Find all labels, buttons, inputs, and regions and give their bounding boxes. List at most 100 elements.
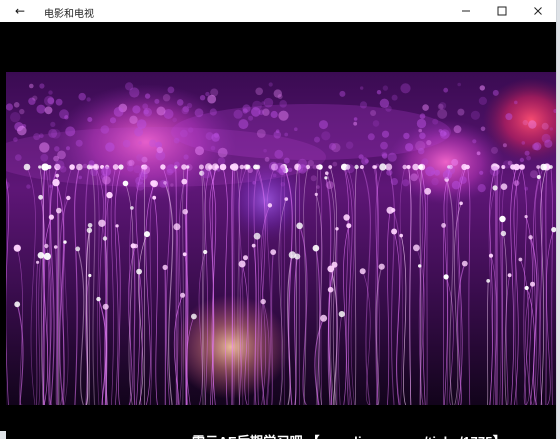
bokeh-particle	[238, 119, 249, 130]
bokeh-particle	[402, 179, 410, 187]
bokeh-particle	[210, 145, 216, 151]
bokeh-particle	[310, 175, 317, 182]
bokeh-particle	[127, 165, 134, 172]
bokeh-particle	[48, 128, 58, 138]
light-particle	[136, 268, 143, 275]
light-particle	[66, 195, 71, 201]
bokeh-particle	[476, 151, 481, 156]
light-particle	[500, 230, 507, 237]
light-particle	[441, 223, 446, 228]
bokeh-particle	[381, 153, 388, 159]
bokeh-particle	[185, 164, 193, 171]
bokeh-particle	[122, 139, 131, 148]
bokeh-particle	[199, 95, 206, 101]
bokeh-particle	[19, 108, 25, 115]
light-particle	[549, 165, 553, 169]
bokeh-particle	[312, 164, 318, 170]
close-button[interactable]	[520, 0, 556, 22]
light-particle	[354, 164, 359, 170]
bokeh-particle	[252, 181, 256, 185]
back-button[interactable]: ←	[10, 3, 30, 19]
bokeh-particle	[216, 167, 221, 172]
light-particle	[180, 292, 186, 298]
light-particle	[424, 187, 432, 195]
bokeh-particle	[353, 117, 358, 121]
light-particle	[379, 163, 387, 171]
bokeh-particle	[65, 126, 76, 137]
bokeh-particle	[526, 155, 531, 161]
bokeh-particle	[86, 97, 91, 102]
light-particle	[488, 253, 494, 258]
light-particle	[284, 197, 289, 201]
bokeh-particle	[13, 137, 18, 142]
minimize-button[interactable]	[448, 0, 484, 22]
light-particle	[130, 243, 136, 249]
bokeh-particle	[280, 182, 286, 187]
video-frame[interactable]	[6, 72, 556, 405]
bokeh-particle	[78, 92, 86, 101]
light-particle	[43, 252, 52, 260]
bokeh-particle	[138, 141, 142, 145]
bokeh-particle	[419, 113, 426, 119]
bokeh-particle	[270, 110, 278, 119]
bokeh-particle	[437, 108, 448, 119]
bokeh-particle	[248, 115, 254, 121]
close-icon	[534, 7, 542, 15]
bokeh-particle	[422, 104, 429, 111]
bokeh-particle	[278, 110, 289, 121]
bokeh-particle	[263, 97, 274, 108]
light-particle	[260, 298, 266, 305]
light-particle	[37, 252, 45, 259]
light-particle	[343, 214, 350, 221]
bokeh-particle	[100, 173, 107, 180]
video-player[interactable]: 雪云AE后期学习吧 【www.linecg.com/tieba/1775】	[6, 22, 556, 439]
bokeh-particle	[188, 127, 194, 133]
light-particle	[418, 264, 422, 268]
bokeh-particle	[149, 139, 157, 147]
bokeh-particle	[480, 126, 486, 132]
bokeh-particle	[370, 110, 377, 116]
light-particle	[144, 231, 150, 238]
light-particle	[198, 164, 204, 170]
light-particle	[14, 301, 21, 308]
light-particle	[38, 165, 42, 169]
bokeh-particle	[125, 82, 134, 91]
light-particle	[44, 243, 49, 249]
bokeh-particle	[211, 133, 220, 142]
bokeh-particle	[181, 106, 189, 115]
light-particle	[524, 285, 529, 291]
light-particle	[443, 274, 449, 280]
light-particle	[88, 273, 92, 278]
bokeh-particle	[10, 112, 21, 123]
light-particle	[461, 260, 468, 267]
maximize-button[interactable]	[484, 0, 520, 22]
light-particle	[208, 165, 213, 169]
bokeh-particle	[307, 159, 314, 167]
movies-tv-window: ← 电影和电视	[0, 0, 557, 439]
bokeh-particle	[477, 184, 486, 193]
light-particle	[359, 268, 366, 275]
light-particle	[459, 201, 463, 206]
light-particle	[162, 264, 168, 270]
bokeh-particle	[375, 163, 380, 167]
bokeh-particle	[166, 168, 173, 176]
light-particle	[69, 164, 75, 170]
light-particle	[181, 178, 188, 185]
bokeh-particle	[381, 130, 390, 138]
light-particle	[118, 164, 124, 170]
bokeh-particle	[44, 106, 53, 115]
light-particle	[536, 165, 541, 169]
bokeh-particle	[457, 82, 462, 87]
light-particle	[519, 164, 525, 170]
light-particle	[499, 215, 506, 223]
bokeh-particle	[13, 102, 20, 108]
light-particle	[102, 303, 109, 310]
light-particle	[238, 260, 246, 268]
light-particle	[106, 191, 113, 199]
bokeh-particle	[78, 175, 82, 180]
bokeh-particle	[544, 139, 553, 148]
bokeh-particle	[459, 176, 467, 184]
light-particle	[13, 244, 21, 252]
light-particle	[38, 194, 43, 200]
light-particle	[253, 232, 261, 240]
